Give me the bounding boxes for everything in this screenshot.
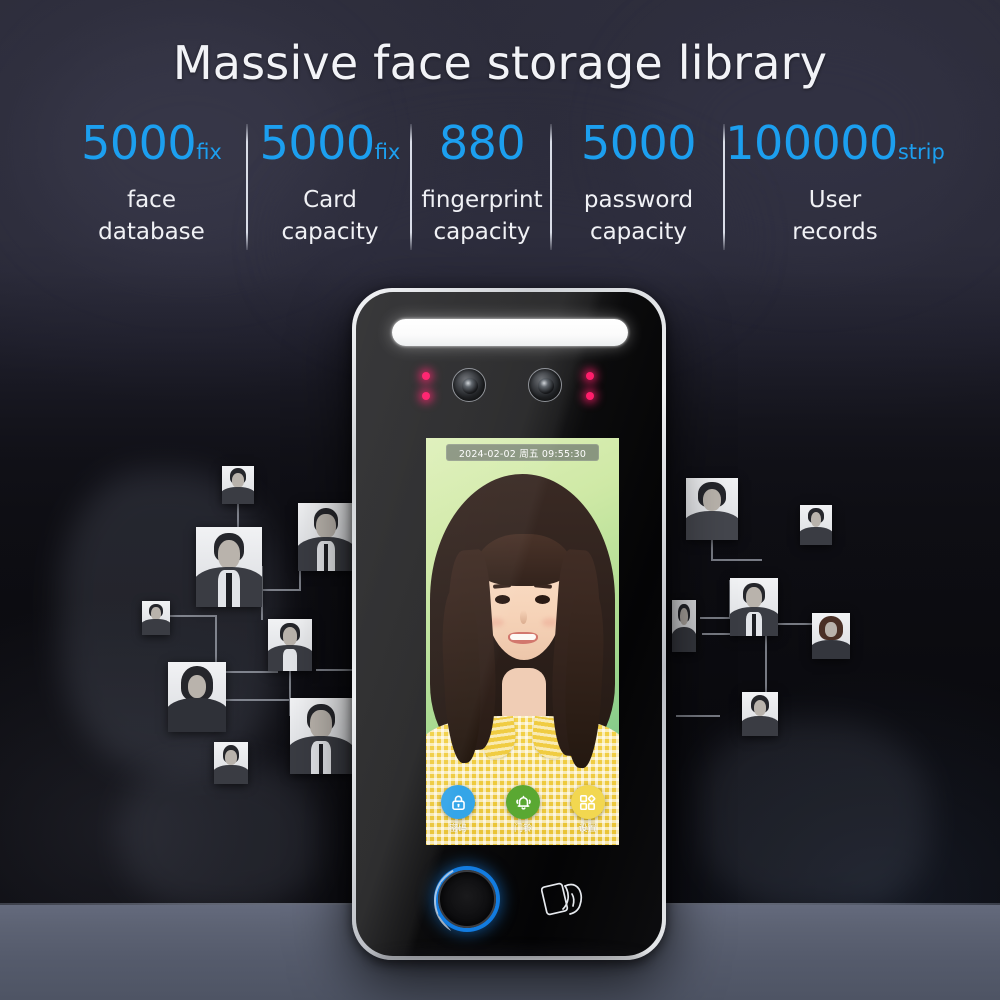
stat-label: fingerprint capacity (421, 187, 543, 245)
face-node (812, 613, 850, 659)
stat-label: password capacity (583, 187, 694, 245)
stat-face-database: 5000fix face database (55, 118, 248, 250)
stat-value: 880 (439, 118, 526, 166)
doorbell-button-label: 门铃 (513, 824, 532, 834)
face-node (196, 527, 262, 607)
page-title: Massive face storage library (172, 36, 828, 90)
rgb-camera (452, 368, 486, 402)
face-node (686, 478, 738, 540)
ir-led (586, 392, 594, 400)
ir-camera (528, 368, 562, 402)
stat-card-capacity: 5000fix Card capacity (248, 118, 412, 250)
stat-number: 5000 (81, 116, 197, 170)
settings-button-label: 设置 (578, 824, 597, 834)
face-node (800, 505, 832, 545)
device-floor-reflection (370, 948, 648, 970)
face-node (730, 578, 778, 636)
face-node (168, 662, 226, 732)
screen-action-buttons: 密码 门铃 设置 (426, 785, 619, 837)
face-node (214, 742, 248, 784)
poster-canvas: Massive face storage library 5000fix fac… (0, 0, 1000, 1000)
face-node (298, 503, 354, 571)
device-body: 2024-02-02 周五 09:55:30 密码 门铃 设置 (356, 292, 662, 956)
ir-led (422, 392, 430, 400)
face-recognition-terminal: 2024-02-02 周五 09:55:30 密码 门铃 设置 (352, 288, 666, 960)
face-node (142, 601, 170, 635)
stat-unit: strip (897, 140, 945, 164)
stat-number: 5000 (580, 116, 697, 170)
stats-row: 5000fix face database 5000fix Card capac… (55, 118, 945, 258)
stat-value: 5000fix (81, 118, 222, 166)
bell-icon (506, 785, 540, 819)
screen-status-bar: 2024-02-02 周五 09:55:30 (446, 444, 599, 461)
face-node (672, 600, 696, 652)
ir-led (422, 372, 430, 380)
stat-unit: fix (196, 140, 222, 164)
stat-number: 880 (438, 116, 526, 170)
face-node (742, 692, 778, 736)
stat-number: 100000 (725, 116, 898, 170)
recognized-face-preview (426, 438, 619, 845)
stat-value: 100000strip (725, 118, 945, 166)
face-node (290, 698, 352, 774)
stat-number: 5000 (259, 116, 376, 170)
doorbell-button[interactable]: 门铃 (491, 785, 555, 834)
stat-value: 5000 (581, 118, 697, 166)
stat-value: 5000fix (260, 118, 401, 166)
camera-module (356, 364, 662, 406)
password-button-label: 密码 (448, 824, 467, 834)
lock-icon (441, 785, 475, 819)
device-screen[interactable]: 2024-02-02 周五 09:55:30 密码 门铃 设置 (426, 438, 619, 845)
face-node (268, 619, 312, 671)
stat-unit: fix (374, 140, 401, 164)
face-node (222, 466, 254, 504)
password-button[interactable]: 密码 (426, 785, 490, 834)
stat-password-capacity: 5000 password capacity (552, 118, 725, 250)
grid-icon (570, 785, 605, 819)
stat-fingerprint-capacity: 880 fingerprint capacity (412, 118, 552, 250)
fingerprint-sensor[interactable] (438, 870, 496, 928)
stat-user-records: 100000strip User records (725, 118, 945, 248)
ir-led (586, 372, 594, 380)
stat-label: User records (792, 187, 878, 245)
settings-button[interactable]: 设置 (556, 785, 619, 834)
stat-label: face database (98, 187, 205, 245)
rfid-card-reader-icon (541, 882, 583, 916)
stat-label: Card capacity (281, 187, 379, 245)
white-led-fill-light (392, 319, 628, 346)
